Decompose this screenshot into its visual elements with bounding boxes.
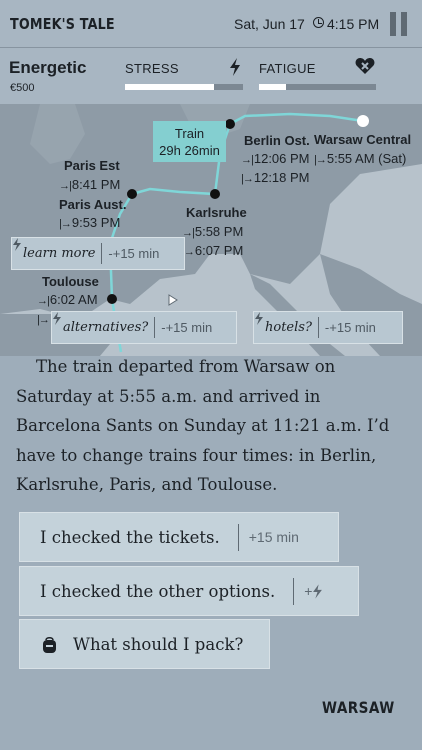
- city-berlin: Berlin Ost.: [244, 133, 310, 148]
- berlin-arrive: 12:06 PM: [253, 151, 310, 166]
- city-paris-est: Paris Est: [64, 158, 120, 173]
- location-label: WARSAW: [322, 698, 395, 717]
- stop-warsaw: [357, 115, 369, 127]
- route-map: Train 29h 26min Warsaw Central |→5:55 AM…: [0, 104, 422, 356]
- paris-depart-row: |→9:53 PM: [59, 215, 120, 230]
- stop-paris: [127, 189, 137, 199]
- story-text: The train departed from Warsaw on Saturd…: [16, 357, 390, 494]
- hotels-label: hotels?: [265, 320, 312, 335]
- alternatives-button[interactable]: alternatives? - +15 min: [51, 311, 237, 344]
- bolt-icon: [313, 583, 323, 599]
- hotels-cost-value: +15 min: [329, 320, 376, 335]
- learn-more-label: learn more: [23, 246, 96, 261]
- toulouse-arrive: 6:02 AM: [49, 292, 98, 307]
- choice-label: I checked the tickets.: [40, 527, 220, 547]
- alternatives-cost: - +15 min: [53, 312, 213, 335]
- karlsruhe-arrive-row: →|5:58 PM: [182, 224, 243, 239]
- broken-heart-icon: [355, 58, 375, 74]
- pause-bar-left: [390, 12, 396, 36]
- separator: [237, 523, 239, 551]
- stop-berlin: [225, 119, 235, 129]
- toulouse-arrive-row: →|6:02 AM: [37, 292, 98, 307]
- bolt-icon: [230, 58, 240, 76]
- fatigue-meter-fill: [259, 84, 286, 90]
- separator: [101, 243, 103, 264]
- stress-label: STRESS: [125, 61, 179, 76]
- bolt-icon: [53, 312, 61, 325]
- separator: [154, 317, 156, 338]
- warsaw-depart-row: |→5:55 AM (Sat): [314, 151, 406, 166]
- berlin-depart: 12:18 PM: [253, 170, 310, 185]
- train-callout: Train 29h 26min: [153, 121, 226, 162]
- stats-bar: Energetic €500 STRESS FATIGUE: [0, 48, 422, 104]
- play-marker: [168, 294, 178, 306]
- berlin-depart-row: |→12:18 PM: [241, 170, 310, 185]
- fatigue-meter: [259, 84, 376, 90]
- city-toulouse: Toulouse: [42, 274, 99, 289]
- paris-arrive-row: →|8:41 PM: [59, 177, 120, 192]
- depart-arrow-icon: |→: [241, 173, 254, 185]
- paris-arrive: 8:41 PM: [71, 177, 121, 192]
- choice-cost: +15 min: [248, 529, 299, 545]
- learn-more-cost: - +15 min: [13, 238, 160, 261]
- backpack-icon: [43, 636, 56, 653]
- train-duration: 29h 26min: [159, 143, 220, 158]
- berlin-arrive-row: →|12:06 PM: [241, 151, 310, 166]
- arrive-arrow-icon: →|: [59, 180, 72, 192]
- choice-cost: +: [304, 583, 326, 599]
- stop-karlsruhe: [210, 189, 220, 199]
- karlsruhe-depart-row: |→6:07 PM: [182, 243, 243, 258]
- paris-depart: 9:53 PM: [71, 215, 121, 230]
- karlsruhe-arrive: 5:58 PM: [194, 224, 244, 239]
- choice-label: What should I pack?: [73, 634, 244, 654]
- choice-check-tickets[interactable]: I checked the tickets. +15 min: [19, 512, 339, 562]
- stress-meter-fill: [125, 84, 214, 90]
- money-label: €500: [10, 82, 35, 94]
- depart-arrow-icon: |→: [59, 218, 72, 230]
- pause-button[interactable]: [390, 12, 408, 36]
- toulouse-depart-row: |→: [37, 311, 50, 326]
- date-label: Sat, Jun 17: [234, 16, 305, 32]
- depart-arrow-icon: |→: [37, 314, 50, 326]
- hotels-cost: - +15 min: [255, 312, 376, 335]
- choice-what-to-pack[interactable]: What should I pack?: [19, 619, 270, 669]
- arrive-arrow-icon: →|: [241, 154, 254, 166]
- learn-more-button[interactable]: learn more - +15 min: [11, 237, 185, 270]
- separator: [317, 317, 319, 338]
- learn-more-cost-value: +15 min: [112, 246, 160, 261]
- choice-label: I checked the other options.: [40, 581, 276, 601]
- app-title: TOMEK'S TALE: [10, 15, 115, 33]
- arrive-arrow-icon: →|: [37, 295, 50, 307]
- hotels-button[interactable]: hotels? - +15 min: [253, 311, 403, 344]
- stress-meter: [125, 84, 243, 90]
- choice-check-options[interactable]: I checked the other options. +: [19, 566, 359, 616]
- fatigue-label: FATIGUE: [259, 61, 316, 76]
- alternatives-cost-value: +15 min: [165, 320, 213, 335]
- alternatives-label: alternatives?: [63, 320, 149, 335]
- clock-icon: [313, 17, 324, 28]
- warsaw-depart: 5:55 AM (Sat): [326, 151, 407, 166]
- bolt-icon: [255, 312, 263, 325]
- karlsruhe-depart: 6:07 PM: [194, 243, 244, 258]
- top-bar: TOMEK'S TALE Sat, Jun 17 4:15 PM: [0, 0, 422, 48]
- time-label: 4:15 PM: [327, 16, 380, 32]
- city-warsaw: Warsaw Central: [314, 132, 412, 147]
- mood-label: Energetic: [9, 58, 87, 77]
- choice-cost-value: +: [304, 583, 313, 599]
- city-karlsruhe: Karlsruhe: [186, 205, 247, 220]
- pause-bar-right: [401, 12, 407, 36]
- bolt-icon: [13, 238, 21, 251]
- depart-arrow-icon: |→: [314, 154, 327, 166]
- city-paris-aust: Paris Aust.: [59, 197, 127, 212]
- separator: [293, 577, 295, 605]
- stop-toulouse: [107, 294, 117, 304]
- train-label: Train: [174, 126, 205, 141]
